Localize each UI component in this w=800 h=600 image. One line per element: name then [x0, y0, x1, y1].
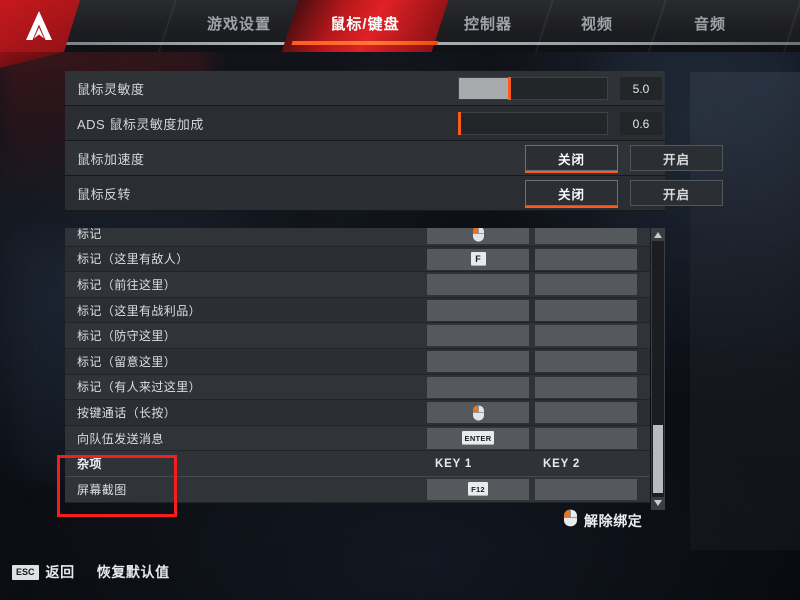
keybind-name: 杂项: [77, 457, 102, 472]
scrollbar-thumb[interactable]: [653, 425, 663, 493]
tab-label: 鼠标/键盘: [330, 15, 400, 33]
keycap: ENTER: [461, 431, 495, 446]
keybind-category-row: 杂项 KEY 1 KEY 2: [65, 451, 650, 477]
keybind-cell-key1[interactable]: [427, 274, 529, 296]
keybind-name: 标记（留意这里）: [77, 354, 177, 369]
keybind-name: 标记（有人来过这里）: [77, 380, 202, 395]
keycap: F12: [468, 482, 488, 497]
toggle-off-button[interactable]: 关闭: [525, 180, 618, 208]
keybind-cell-key1[interactable]: [427, 350, 529, 372]
keybindings-scrollbar[interactable]: [651, 228, 665, 510]
scroll-down-arrow-icon[interactable]: [652, 497, 664, 509]
tab-2[interactable]: 鼠标/键盘: [281, 0, 449, 52]
keybind-row[interactable]: 按键通话（长按）: [65, 400, 650, 426]
keybind-cell-key1[interactable]: [427, 402, 529, 424]
apex-settings-screen: 游戏设置 鼠标/键盘 控制器 视频 音频 鼠标灵敏度 5.0 ADS 鼠标灵敏度加成 0.6 鼠…: [0, 0, 800, 600]
keybind-cell-key1[interactable]: [427, 325, 529, 347]
setting-label: ADS 鼠标灵敏度加成: [77, 116, 204, 132]
esc-key-icon: ESC: [12, 564, 39, 580]
keycap: F: [470, 252, 486, 267]
keybind-cell-key2[interactable]: [535, 325, 637, 347]
setting-label: 鼠标加速度: [77, 151, 145, 167]
slider-fill: [459, 78, 510, 99]
keybind-name: 标记: [77, 228, 102, 241]
toggle-off-button[interactable]: 关闭: [525, 145, 618, 173]
keybind-row[interactable]: 标记（这里有战利品）: [65, 297, 650, 324]
tab-label: 游戏设置: [206, 15, 271, 33]
keybind-cell-key2[interactable]: [535, 299, 637, 321]
keybind-row[interactable]: 标记（留意这里）: [65, 348, 650, 375]
keybind-cell-key1[interactable]: F12: [427, 478, 529, 500]
column-header-key1: KEY 1: [435, 457, 473, 470]
tab-label: 音频: [693, 15, 726, 33]
keybind-cell-key2[interactable]: [535, 350, 637, 372]
keybind-cell-key2[interactable]: [535, 402, 637, 424]
keybind-cell-key2[interactable]: [535, 248, 637, 270]
setting-row: 鼠标灵敏度 5.0: [65, 71, 665, 106]
keybind-name: 屏幕截图: [77, 482, 127, 497]
logo-tail-shape: [0, 52, 64, 68]
setting-row: 鼠标加速度 关闭 开启: [65, 141, 723, 176]
sensitivity-slider[interactable]: [458, 77, 608, 100]
mouse-settings-section: 鼠标灵敏度 5.0 ADS 鼠标灵敏度加成 0.6 鼠标加速度 关闭 开启 鼠标反转 关闭 开启: [65, 71, 723, 213]
slider-value: 0.6: [620, 112, 662, 135]
footer-bar: ESC 返回 恢复默认值: [12, 562, 170, 582]
setting-row: ADS 鼠标灵敏度加成 0.6: [65, 106, 665, 141]
keybind-cell-key2[interactable]: [535, 274, 637, 296]
keybind-name: 向队伍发送消息: [77, 431, 164, 446]
mouse-button-icon: [472, 228, 485, 242]
tab-label: 控制器: [463, 15, 512, 33]
keybind-row[interactable]: 标记（有人来过这里）: [65, 374, 650, 401]
setting-label: 鼠标反转: [77, 186, 132, 202]
keybind-cell-key1[interactable]: [427, 228, 529, 244]
tab-3[interactable]: 控制器: [433, 0, 543, 52]
tab-label: 视频: [580, 15, 613, 33]
unbind-button[interactable]: 解除绑定: [563, 509, 642, 532]
keybind-cell-key2[interactable]: [535, 427, 637, 449]
tab-4[interactable]: 视频: [548, 0, 646, 52]
toggle-on-button[interactable]: 开启: [630, 145, 723, 171]
keybind-cell-key1[interactable]: [427, 376, 529, 398]
back-label: 返回: [45, 564, 75, 580]
keybind-name: 标记（前往这里）: [77, 277, 177, 292]
mouse-button-icon: [472, 405, 485, 421]
keybind-name: 标记（这里有敌人）: [77, 252, 189, 267]
keybind-cell-key2[interactable]: [535, 376, 637, 398]
column-header-key2: KEY 2: [543, 457, 581, 470]
keybind-cell-key2[interactable]: [535, 478, 637, 500]
slider-handle[interactable]: [458, 112, 461, 135]
tab-1[interactable]: 游戏设置: [183, 0, 295, 52]
slider-value: 5.0: [620, 77, 662, 100]
keybind-cell-key1[interactable]: ENTER: [427, 427, 529, 449]
right-decorative-panel: [690, 72, 800, 550]
keybind-cell-key1[interactable]: [427, 299, 529, 321]
slider-handle[interactable]: [508, 77, 512, 100]
scroll-up-arrow-icon[interactable]: [652, 229, 664, 241]
keybind-cell-key1[interactable]: F: [427, 248, 529, 270]
setting-label: 鼠标灵敏度: [77, 81, 145, 97]
setting-row: 鼠标反转 关闭 开启: [65, 176, 723, 211]
mouse-unbind-icon: [563, 509, 578, 532]
back-action[interactable]: ESC 返回: [12, 562, 75, 582]
keybind-row[interactable]: 屏幕截图 F12: [65, 476, 650, 503]
keybind-name: 标记（这里有战利品）: [77, 303, 202, 318]
keybind-row[interactable]: 标记（这里有敌人） F: [65, 246, 650, 273]
keybind-row[interactable]: 标记（防守这里）: [65, 323, 650, 349]
keybind-row[interactable]: 标记: [65, 228, 650, 247]
keybind-cell-key2[interactable]: [535, 228, 637, 244]
active-tab-indicator: [291, 41, 439, 45]
keybind-name: 按键通话（长按）: [77, 405, 177, 420]
unbind-label: 解除绑定: [584, 512, 643, 529]
keybind-row[interactable]: 标记（前往这里）: [65, 272, 650, 298]
tab-5[interactable]: 音频: [660, 0, 760, 52]
sensitivity-slider[interactable]: [458, 112, 608, 135]
restore-defaults-button[interactable]: 恢复默认值: [97, 562, 170, 582]
keybind-row[interactable]: 向队伍发送消息 ENTER: [65, 425, 650, 452]
keybindings-list[interactable]: 标记标记（这里有敌人） F 标记（前往这里） 标记（这里有战利品） 标记（防守这里） 标记…: [65, 228, 665, 510]
keybind-name: 标记（防守这里）: [77, 329, 177, 344]
toggle-on-button[interactable]: 开启: [630, 180, 723, 206]
